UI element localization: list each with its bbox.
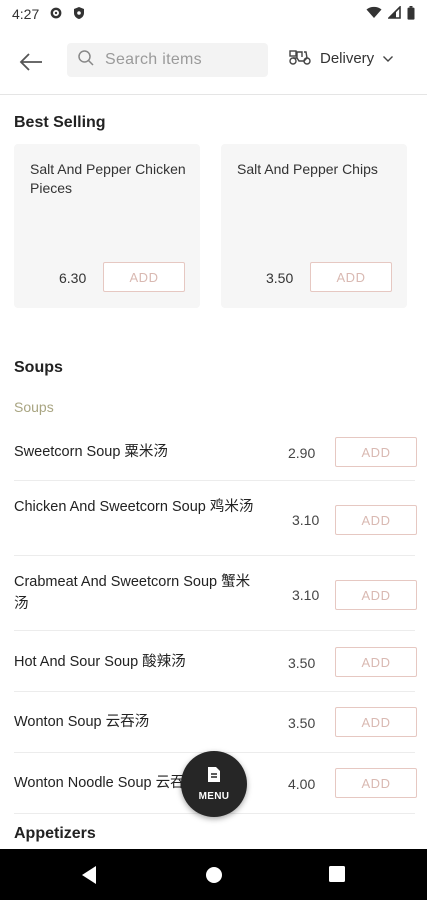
- app-bar: Delivery: [0, 40, 427, 84]
- best-selling-title: Best Selling: [14, 114, 106, 131]
- delivery-selector[interactable]: Delivery: [288, 46, 394, 70]
- item-price: 2.90: [288, 445, 316, 461]
- menu-row[interactable]: Sweetcorn Soup 粟米汤 2.90 ADD: [0, 428, 427, 481]
- signal-icon: [387, 5, 401, 22]
- battery-icon: [407, 5, 415, 23]
- menu-row[interactable]: Crabmeat And Sweetcorn Soup 蟹米汤 3.10 ADD: [0, 556, 427, 631]
- best-selling-card[interactable]: Salt And Pepper Chips 3.50 ADD: [221, 144, 407, 308]
- item-price: 3.10: [292, 587, 320, 603]
- system-navigation-bar: [0, 849, 427, 900]
- add-button[interactable]: ADD: [335, 580, 417, 610]
- item-price: 4.00: [288, 776, 316, 792]
- nav-back-icon[interactable]: [80, 865, 98, 890]
- delivery-label: Delivery: [320, 49, 375, 67]
- add-button[interactable]: ADD: [103, 262, 185, 292]
- shield-icon: [73, 6, 85, 23]
- status-bar: 4:27: [0, 0, 427, 28]
- menu-document-icon: [207, 766, 221, 788]
- soups-title: Soups: [14, 359, 63, 376]
- soups-subcategory: Soups: [14, 399, 54, 415]
- fab-label: MENU: [198, 791, 230, 802]
- delivery-scooter-icon: [288, 46, 312, 70]
- back-button[interactable]: [18, 50, 44, 74]
- item-price: 3.50: [288, 655, 316, 671]
- nav-recents-icon[interactable]: [329, 866, 345, 887]
- add-button[interactable]: ADD: [335, 647, 417, 677]
- item-name: Chicken And Sweetcorn Soup 鸡米汤: [14, 499, 254, 515]
- status-time: 4:27: [12, 6, 40, 22]
- add-button[interactable]: ADD: [335, 437, 417, 467]
- item-price: 3.50: [288, 715, 316, 731]
- add-button[interactable]: ADD: [310, 262, 392, 292]
- card-item-price: 6.30: [59, 270, 87, 286]
- wifi-icon: [366, 6, 382, 22]
- item-name: Wonton Soup 云吞汤: [14, 714, 150, 730]
- item-price: 3.10: [292, 512, 320, 528]
- item-name: Sweetcorn Soup 粟米汤: [14, 444, 168, 460]
- appetizers-title: Appetizers: [14, 825, 96, 842]
- best-selling-card[interactable]: Salt And Pepper Chicken Pieces 6.30 ADD: [14, 144, 200, 308]
- menu-fab-button[interactable]: MENU: [181, 751, 247, 817]
- card-item-price: 3.50: [266, 270, 294, 286]
- add-button[interactable]: ADD: [335, 707, 417, 737]
- nav-home-icon[interactable]: [205, 866, 223, 889]
- menu-row[interactable]: Hot And Sour Soup 酸辣汤 3.50 ADD: [0, 631, 427, 692]
- search-box[interactable]: [67, 43, 268, 77]
- menu-row[interactable]: Chicken And Sweetcorn Soup 鸡米汤 3.10 ADD: [0, 481, 427, 556]
- add-button[interactable]: ADD: [335, 505, 417, 535]
- item-name: Crabmeat And Sweetcorn Soup 蟹米汤: [14, 574, 251, 612]
- search-icon: [77, 49, 95, 72]
- card-item-name: Salt And Pepper Chicken Pieces: [30, 161, 186, 196]
- card-item-name: Salt And Pepper Chips: [237, 161, 378, 177]
- arrow-left-icon: [19, 53, 42, 71]
- search-input[interactable]: [103, 50, 257, 70]
- item-name: Hot And Sour Soup 酸辣汤: [14, 654, 186, 670]
- add-button[interactable]: ADD: [335, 768, 417, 798]
- settings-icon: [49, 6, 63, 23]
- chevron-down-icon: [382, 50, 394, 67]
- menu-row[interactable]: Wonton Soup 云吞汤 3.50 ADD: [0, 692, 427, 753]
- header-divider: [0, 94, 427, 95]
